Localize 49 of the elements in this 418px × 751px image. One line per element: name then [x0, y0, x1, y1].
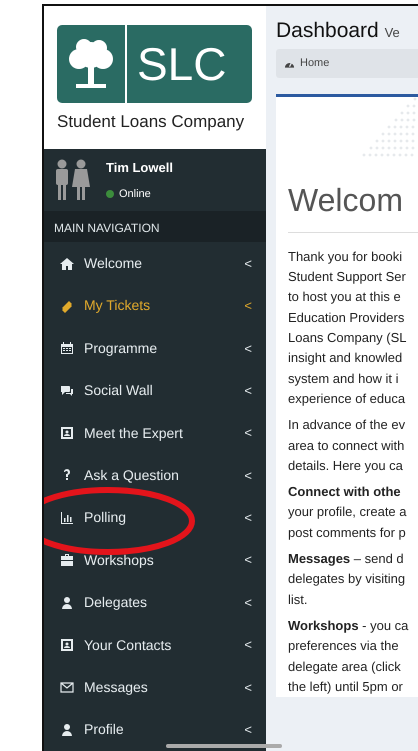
- nav-item[interactable]: Messages <: [44, 666, 266, 709]
- paragraph: Connect with othe your profile, create a post comments for p: [288, 483, 408, 542]
- page-title: Dashboard Ve: [276, 18, 401, 44]
- nav-item[interactable]: Ask a Question <: [44, 454, 266, 497]
- bar-chart-icon: [60, 510, 74, 525]
- chevron-icon: <: [244, 678, 252, 698]
- chevron-icon: <: [244, 254, 252, 274]
- nav-item[interactable]: Polling <: [44, 496, 266, 540]
- logo-text: SLC: [136, 37, 226, 92]
- chevron-icon: <: [244, 592, 252, 612]
- chevron-icon: <: [244, 423, 252, 443]
- nav-item[interactable]: Delegates <: [44, 581, 266, 624]
- chevron-icon: <: [244, 380, 252, 400]
- nav-item[interactable]: Profile <: [44, 708, 266, 751]
- envelope-icon: [60, 680, 74, 694]
- nav-item[interactable]: Workshops <: [44, 539, 266, 582]
- welcome-heading: Welcom: [288, 182, 404, 218]
- nav-item[interactable]: Social Wall <: [44, 369, 266, 412]
- nav-item[interactable]: Welcome <: [44, 242, 266, 285]
- chevron-icon: <: [244, 635, 252, 655]
- nav-item[interactable]: My Tickets <: [44, 284, 266, 328]
- nav-item[interactable]: Meet the Expert <: [44, 412, 266, 454]
- calendar-icon: [60, 341, 74, 356]
- user-status: Online: [119, 186, 151, 202]
- contact-card-icon: [60, 426, 74, 440]
- paragraph: Thank you for booki Student Support Ser to host you at this e Education Providers Loans Company (SL insight and knowled system and how it i experience of educa: [288, 248, 408, 408]
- chevron-icon: <: [244, 720, 252, 740]
- nav-header: MAIN NAVIGATION: [44, 211, 266, 242]
- breadcrumb-link[interactable]: Home: [300, 55, 330, 72]
- person-icon: [60, 722, 74, 737]
- contact-card-icon: [60, 638, 74, 652]
- paragraph: In advance of the ev area to connect with details. Here you ca: [288, 416, 406, 475]
- user-name: Tim Lowell: [106, 159, 173, 178]
- person-icon: [60, 596, 74, 610]
- chevron-icon: <: [244, 550, 252, 570]
- paragraph: Messages – send d delegates by visiting list.: [288, 550, 406, 609]
- chevron-icon: <: [244, 508, 252, 528]
- company-name: Student Loans Company: [57, 111, 246, 133]
- tree-icon: [66, 37, 116, 91]
- briefcase-icon: [60, 553, 74, 568]
- ticket-icon: [60, 298, 74, 313]
- chevron-icon: <: [244, 296, 252, 316]
- nav-item[interactable]: Programme <: [44, 327, 266, 370]
- chevron-icon: <: [244, 338, 252, 358]
- chevron-icon: <: [244, 466, 252, 486]
- paragraph: Workshops - you ca preferences via the delegate area (click the left) until 5pm or: [288, 616, 410, 696]
- chat-bubbles-icon: [60, 384, 74, 398]
- nav-item[interactable]: Your Contacts <: [44, 624, 266, 666]
- home-icon: [60, 256, 74, 270]
